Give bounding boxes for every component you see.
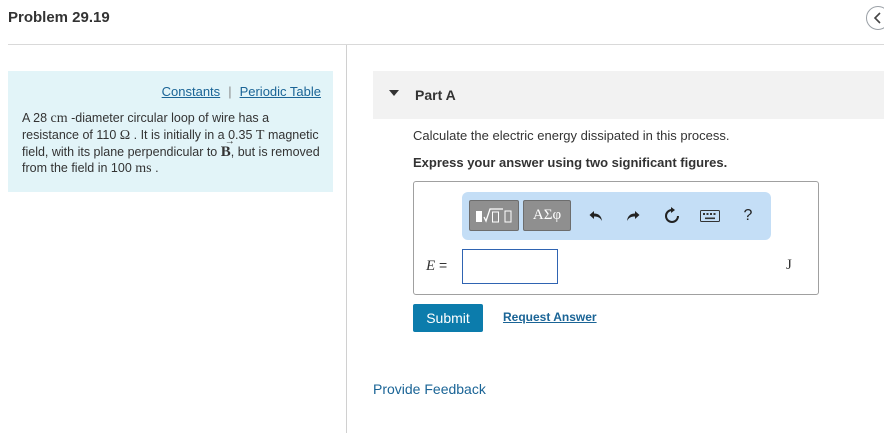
problem-statement: A 28 cm -diameter circular loop of wire … [22,110,322,177]
reset-button[interactable] [661,205,683,227]
unit-ohm: Ω [119,128,131,143]
problem-text-part: . It is initially in a 0.35 [130,128,256,142]
unit-ms: ms [135,161,152,176]
unit-cm: cm [50,111,68,126]
keyboard-icon [700,210,720,222]
collapse-panel-button[interactable] [866,6,884,30]
templates-icon [476,207,512,223]
problem-text-part: A 28 [22,111,51,125]
answer-box: ΑΣφ ? E = J [413,181,819,295]
request-answer-link[interactable]: Request Answer [503,310,597,324]
header-divider [8,44,884,45]
vector-b: B [221,134,235,160]
undo-button[interactable] [585,205,607,227]
problem-text-part: . [151,161,159,175]
caret-down-icon [389,90,399,96]
variable-e: E [426,258,436,274]
redo-icon [627,211,640,221]
redo-button[interactable] [622,205,644,227]
page-title: Problem 29.19 [8,9,110,26]
equals-sign: = [435,257,448,273]
link-separator: | [228,84,232,99]
part-a-header[interactable]: Part A [373,71,884,119]
part-title: Part A [415,87,456,103]
constants-link[interactable]: Constants [162,84,221,99]
problem-info-panel: Constants | Periodic Table A 28 cm -diamet… [8,71,333,192]
instruction-text: Express your answer using two significan… [413,155,728,170]
help-button[interactable]: ? [737,205,759,227]
templates-button[interactable] [469,200,519,231]
equation-label: E = [426,257,447,275]
provide-feedback-link[interactable]: Provide Feedback [373,381,486,397]
question-text: Calculate the electric energy dissipated… [413,128,730,143]
resource-links: Constants | Periodic Table [162,84,321,99]
submit-button[interactable]: Submit [413,304,483,332]
chevron-left-icon [873,12,881,24]
reset-icon [665,207,679,223]
unit-label: J [786,257,792,273]
answer-input[interactable] [462,249,558,284]
undo-icon [589,211,602,221]
math-toolbar: ΑΣφ ? [462,192,771,240]
column-divider [346,45,347,433]
greek-symbols-button[interactable]: ΑΣφ [523,200,571,231]
periodic-table-link[interactable]: Periodic Table [240,84,321,99]
keyboard-button[interactable] [699,205,721,227]
page-header: Problem 29.19 [0,0,884,45]
